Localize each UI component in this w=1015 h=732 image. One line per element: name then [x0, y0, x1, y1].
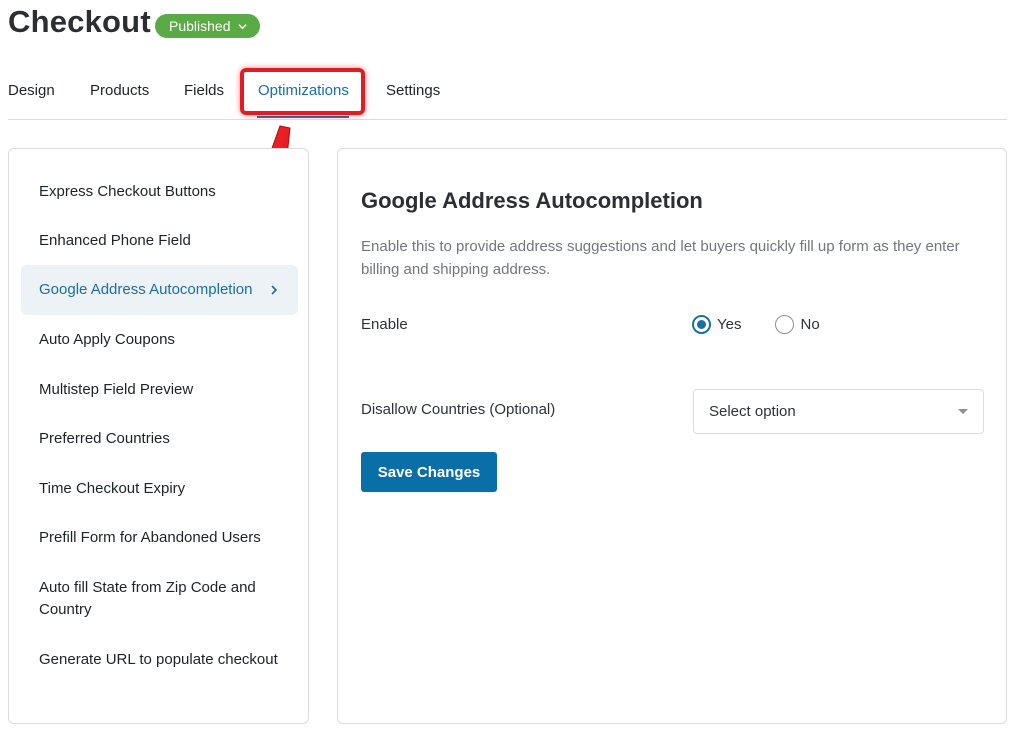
chevron-down-icon	[237, 23, 247, 29]
sidebar-item-google-address-autocompletion[interactable]: Google Address Autocompletion	[21, 265, 298, 315]
radio-unchecked-icon[interactable]	[775, 315, 795, 334]
checkout-page: Checkout Published Design Products Field…	[0, 0, 1015, 732]
sidebar-item-generate-url[interactable]: Generate URL to populate checkout	[21, 649, 298, 671]
optimizations-sidebar: Express Checkout Buttons Enhanced Phone …	[8, 148, 309, 724]
chevron-right-icon	[271, 285, 278, 295]
disallow-countries-label: Disallow Countries (Optional)	[361, 401, 556, 418]
select-placeholder: Select option	[709, 403, 796, 420]
status-badge[interactable]: Published	[155, 14, 260, 38]
tab-design[interactable]: Design	[8, 82, 55, 99]
sidebar-item-auto-apply-coupons[interactable]: Auto Apply Coupons	[21, 329, 298, 351]
enable-radio-group: Yes No	[692, 315, 820, 334]
settings-panel: Google Address Autocompletion Enable thi…	[337, 148, 1007, 724]
caret-down-icon	[958, 409, 968, 414]
sidebar-item-enhanced-phone-field[interactable]: Enhanced Phone Field	[21, 230, 298, 252]
tab-fields[interactable]: Fields	[184, 82, 224, 99]
radio-label-no: No	[800, 316, 820, 333]
sidebar-item-express-checkout-buttons[interactable]: Express Checkout Buttons	[21, 181, 298, 203]
enable-no-radio[interactable]: No	[775, 315, 820, 334]
enable-label: Enable	[361, 316, 408, 333]
enable-yes-radio[interactable]: Yes	[692, 315, 741, 334]
active-tab-indicator	[257, 116, 349, 118]
tab-products[interactable]: Products	[90, 82, 149, 99]
sidebar-item-auto-fill-state[interactable]: Auto fill State from Zip Code and Countr…	[21, 577, 298, 621]
page-title: Checkout	[8, 4, 151, 39]
sidebar-item-prefill-form[interactable]: Prefill Form for Abandoned Users	[21, 527, 298, 549]
tab-optimizations[interactable]: Optimizations	[258, 82, 349, 99]
sidebar-item-preferred-countries[interactable]: Preferred Countries	[21, 428, 298, 450]
status-label: Published	[169, 18, 231, 34]
radio-label-yes: Yes	[717, 316, 742, 333]
tab-settings[interactable]: Settings	[386, 82, 440, 99]
radio-checked-icon[interactable]	[692, 315, 711, 334]
panel-title: Google Address Autocompletion	[361, 188, 703, 213]
sidebar-item-time-checkout-expiry[interactable]: Time Checkout Expiry	[21, 478, 298, 500]
tab-bar: Design Products Fields Optimizations Set…	[8, 70, 1007, 120]
sidebar-item-multistep-field-preview[interactable]: Multistep Field Preview	[21, 379, 298, 401]
sidebar-item-label: Google Address Autocompletion	[39, 281, 253, 298]
save-changes-button[interactable]: Save Changes	[361, 452, 497, 492]
disallow-countries-select[interactable]: Select option	[693, 389, 984, 434]
panel-description: Enable this to provide address suggestio…	[361, 238, 960, 278]
